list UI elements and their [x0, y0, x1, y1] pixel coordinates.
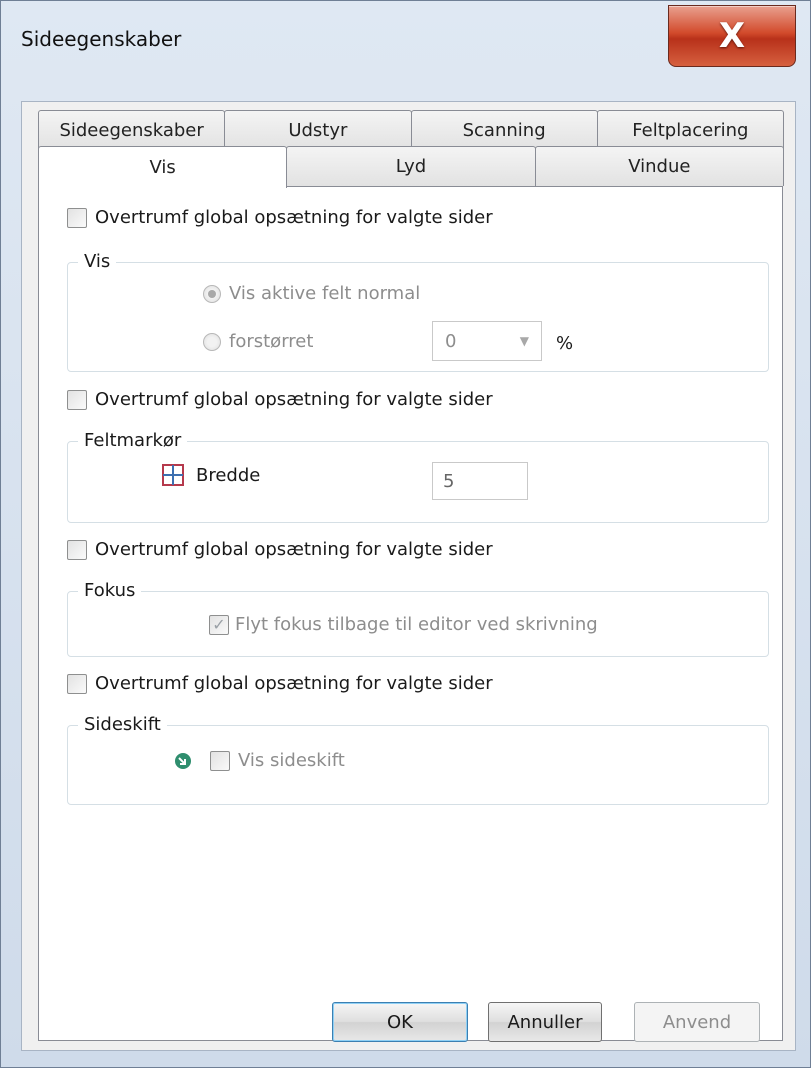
page-break-icon: [175, 752, 191, 769]
tab-feltplacering[interactable]: Feltplacering: [596, 110, 784, 150]
override-sideskift-checkbox[interactable]: Overtrumf global opsætning for valgte si…: [67, 673, 493, 694]
dialog-window: Sideegenskaber X Sideegenskaber Udstyr S…: [0, 0, 811, 1068]
override-fokus-checkbox[interactable]: Overtrumf global opsætning for valgte si…: [67, 539, 493, 560]
group-fokus: Fokus ✓ Flyt fokus tilbage til editor ve…: [67, 580, 769, 657]
group-label-sideskift: Sideskift: [78, 714, 167, 735]
checkbox-box[interactable]: [67, 207, 87, 228]
override-label: Overtrumf global opsætning for valgte si…: [95, 673, 493, 694]
tab-udstyr[interactable]: Udstyr: [224, 110, 412, 150]
fokus-checkbox-label: Flyt fokus tilbage til editor ved skrivn…: [235, 614, 598, 635]
radio-button-icon[interactable]: [203, 332, 221, 351]
tab-sideegenskaber[interactable]: Sideegenskaber: [38, 110, 226, 150]
group-feltmarkor: Feltmarkør Bredde 5: [67, 430, 769, 523]
width-row: Bredde: [162, 464, 260, 486]
radio-button-icon[interactable]: [203, 284, 221, 303]
width-input[interactable]: 5: [432, 462, 528, 500]
sideskift-row: Vis sideskift: [174, 750, 345, 771]
group-label-fokus: Fokus: [78, 580, 142, 601]
tab-scanning[interactable]: Scanning: [410, 110, 598, 150]
ok-button[interactable]: OK: [332, 1002, 468, 1042]
close-button[interactable]: X: [668, 5, 796, 67]
group-vis: Vis Vis aktive felt normal forstørret 0 …: [67, 251, 769, 372]
tab-vis[interactable]: Vis: [38, 146, 288, 188]
width-value: 5: [443, 470, 455, 492]
override-label: Overtrumf global opsætning for valgte si…: [95, 207, 493, 228]
checkbox-box[interactable]: [67, 673, 87, 694]
group-label-feltmarkor: Feltmarkør: [78, 430, 188, 451]
override-label: Overtrumf global opsætning for valgte si…: [95, 539, 493, 560]
window-title: Sideegenskaber: [21, 27, 182, 51]
percent-label: %: [556, 333, 573, 354]
sideskift-checkbox[interactable]: [210, 750, 230, 771]
override-label: Overtrumf global opsætning for valgte si…: [95, 389, 493, 410]
radio-enlarged-label: forstørret: [229, 331, 314, 352]
tab-vindue[interactable]: Vindue: [534, 146, 784, 186]
checkbox-box[interactable]: [67, 389, 87, 410]
title-bar[interactable]: Sideegenskaber X: [1, 1, 810, 101]
dropdown-arrow-icon: ▼: [519, 334, 529, 348]
fokus-checkbox[interactable]: ✓ Flyt fokus tilbage til editor ved skri…: [209, 614, 598, 635]
tab-row-front: Vis Lyd Vindue: [38, 146, 784, 188]
cancel-button[interactable]: Annuller: [488, 1002, 602, 1042]
radio-normal[interactable]: Vis aktive felt normal: [203, 283, 420, 304]
percent-sign: %: [556, 333, 574, 354]
sideskift-label: Vis sideskift: [238, 750, 345, 771]
override-vis-checkbox[interactable]: Overtrumf global opsætning for valgte si…: [67, 207, 493, 228]
override-feltmarkor-checkbox[interactable]: Overtrumf global opsætning for valgte si…: [67, 389, 493, 410]
group-label-vis: Vis: [78, 251, 117, 272]
checkbox-box[interactable]: [67, 539, 87, 560]
radio-normal-label: Vis aktive felt normal: [229, 283, 421, 304]
radio-enlarged[interactable]: forstørret: [203, 331, 313, 352]
group-sideskift: Sideskift Vis sideskift: [67, 714, 769, 805]
grid-icon: [162, 464, 184, 486]
close-icon: X: [718, 16, 746, 56]
tab-lyd[interactable]: Lyd: [286, 146, 536, 186]
checkmark-icon[interactable]: ✓: [209, 614, 229, 635]
zoom-value: 0: [445, 330, 457, 352]
tab-row-back: Sideegenskaber Udstyr Scanning Feltplace…: [38, 110, 784, 150]
tab-page-vis: Overtrumf global opsætning for valgte si…: [38, 186, 783, 1041]
dialog-client: Sideegenskaber Udstyr Scanning Feltplace…: [21, 101, 796, 1051]
zoom-combo[interactable]: 0 ▼: [432, 321, 542, 361]
apply-button[interactable]: Anvend: [634, 1002, 760, 1042]
width-label: Bredde: [196, 464, 261, 486]
